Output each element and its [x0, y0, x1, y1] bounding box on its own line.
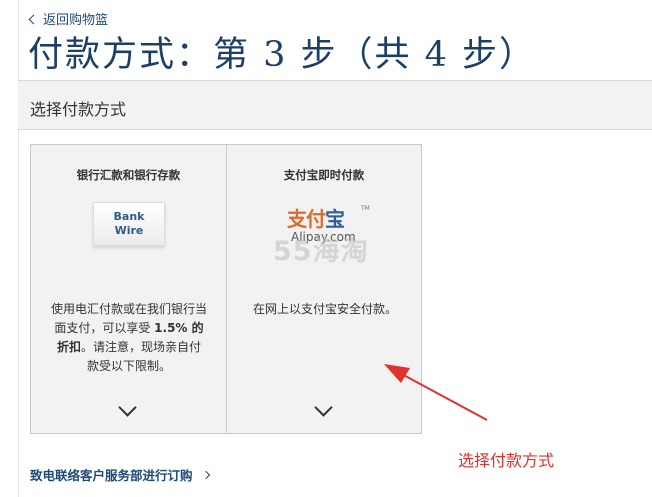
section-header: 选择付款方式	[18, 80, 652, 130]
payment-option-alipay[interactable]: 支付宝即时付款 支付宝 TM Alipay.com 55海淘 在网上以支付宝安全…	[226, 145, 421, 433]
section-title: 选择付款方式	[30, 100, 127, 119]
alipay-mark: 支付宝	[287, 203, 345, 232]
page-title: 付款方式：第 3 步（共 4 步）	[28, 35, 537, 75]
chevron-down-icon[interactable]	[118, 398, 137, 417]
option-title: 支付宝即时付款	[283, 168, 365, 182]
bank-logo-line1: Bank	[113, 210, 145, 223]
annotation-text: 选择付款方式	[458, 451, 555, 470]
call-customer-service-link[interactable]: 致电联络客户服务部进行订购	[30, 465, 210, 484]
option-description: 在网上以支付宝安全付款。	[252, 302, 397, 316]
contact-link-label: 致电联络客户服务部进行订购	[30, 468, 193, 483]
checkout-page: 返回购物篮 付款方式：第 3 步（共 4 步） 选择付款方式 银行汇款和银行存款…	[0, 0, 652, 497]
desc-part2: 。请注意，现场亲自付款受以下限制。	[81, 340, 202, 373]
payment-option-bank-wire[interactable]: 银行汇款和银行存款 Bank Wire 使用电汇付款或在我们银行当面支付，可以享…	[31, 145, 226, 433]
option-title: 银行汇款和银行存款	[76, 168, 181, 182]
alipay-mark-part1: 支付	[287, 207, 326, 231]
alipay-mark-part2: 宝	[325, 207, 345, 231]
left-divider	[18, 0, 19, 497]
alipay-trademark: TM	[361, 205, 370, 212]
chevron-right-icon	[201, 470, 210, 479]
payment-options: 银行汇款和银行存款 Bank Wire 使用电汇付款或在我们银行当面支付，可以享…	[30, 144, 422, 434]
bank-wire-logo: Bank Wire	[93, 202, 165, 246]
chevron-left-icon	[28, 14, 39, 24]
watermark: 55海淘	[273, 236, 369, 267]
option-description: 使用电汇付款或在我们银行当面支付，可以享受 1.5% 的折扣。请注意，现场亲自付…	[51, 300, 207, 376]
bank-logo-line2: Wire	[114, 224, 144, 237]
chevron-down-icon[interactable]	[314, 398, 333, 417]
